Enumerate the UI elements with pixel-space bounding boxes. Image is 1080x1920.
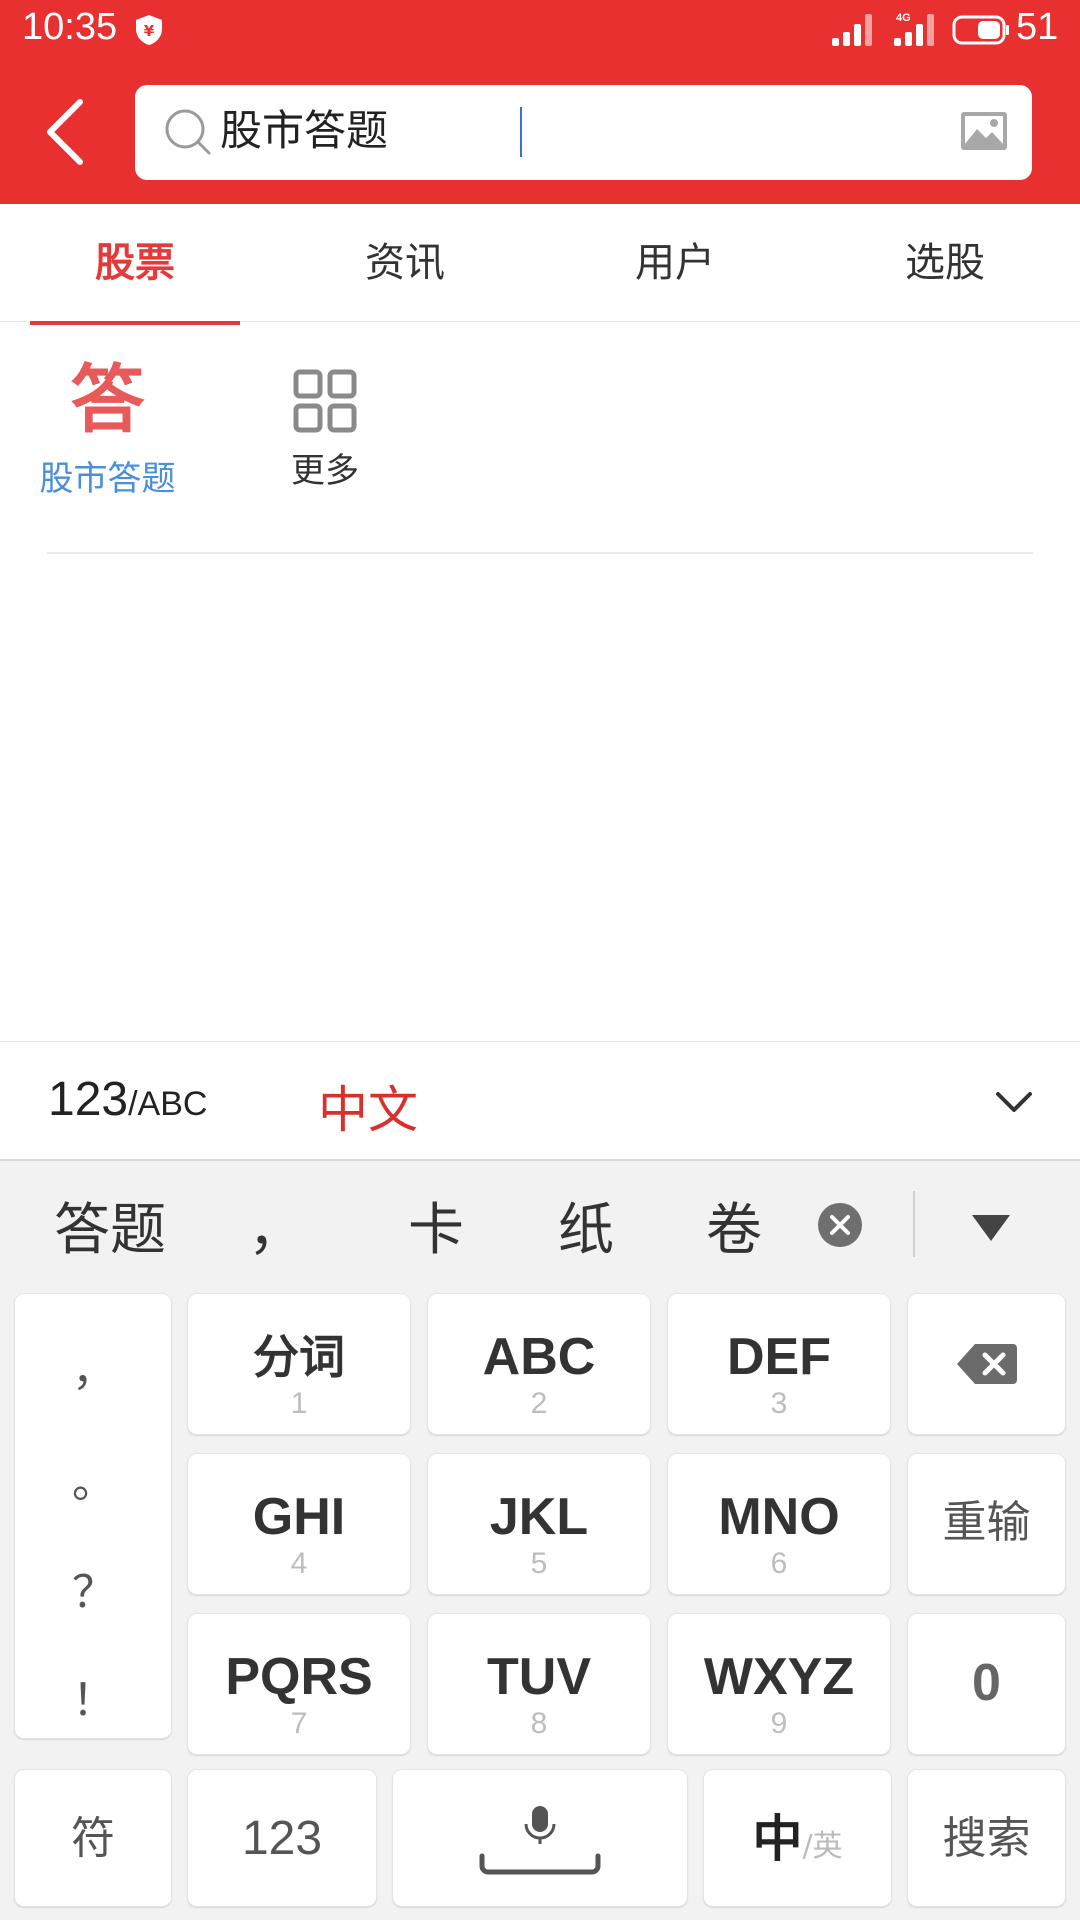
quick-item-more[interactable]: 更多 — [245, 355, 405, 515]
text-cursor — [520, 107, 522, 157]
quiz-icon: 答 — [70, 357, 145, 443]
status-bar: 10:35 ¥ 4G 51 — [0, 0, 1080, 60]
clear-circle-icon[interactable] — [817, 1202, 863, 1248]
language-toggle-key[interactable]: 中/英 — [703, 1769, 892, 1907]
lang-en-label: 英 — [812, 1829, 843, 1864]
search-key[interactable]: 搜索 — [907, 1769, 1066, 1907]
quick-item-label: 更多 — [291, 451, 359, 491]
key-sub-label: 7 — [290, 1707, 308, 1740]
candidate-word[interactable]: 答题 — [54, 1185, 166, 1266]
mode-abc-label: /ABC — [128, 1085, 208, 1123]
key-main-label: 重输 — [942, 1497, 1031, 1548]
candidate-separator — [913, 1191, 915, 1257]
key-9-wxyz[interactable]: WXYZ 9 — [667, 1613, 891, 1755]
key-2-abc[interactable]: ABC 2 — [427, 1293, 651, 1435]
triangle-down-icon[interactable] — [970, 1213, 1012, 1243]
chevron-down-icon[interactable] — [992, 1082, 1036, 1122]
key-8-tuv[interactable]: TUV 8 — [427, 1613, 651, 1755]
punct-comma-key[interactable]: ， — [15, 1334, 173, 1398]
numbers-key[interactable]: 123 — [187, 1769, 377, 1907]
candidate-bar: 答题 ， 卡 纸 卷 — [0, 1161, 1080, 1286]
backspace-key[interactable] — [907, 1293, 1066, 1435]
key-5-jkl[interactable]: JKL 5 — [427, 1453, 651, 1595]
app-header: 10:35 ¥ 4G 51 — [0, 0, 1080, 204]
key-main-label: ABC — [482, 1328, 596, 1386]
key-6-mno[interactable]: MNO 6 — [667, 1453, 891, 1595]
quick-item-stock-quiz[interactable]: 答 股市答题 — [30, 355, 185, 515]
quick-item-label: 股市答题 — [39, 459, 176, 499]
lang-cn-label: 中 — [752, 1810, 803, 1868]
mode-chinese-toggle[interactable]: 中文 — [318, 1070, 418, 1142]
key-sub-label: 5 — [530, 1547, 548, 1580]
key-main-label: GHI — [252, 1488, 346, 1546]
active-tab-indicator — [30, 321, 240, 325]
search-bar[interactable] — [135, 85, 1032, 180]
search-input[interactable] — [220, 99, 860, 163]
key-main-label: 分词 — [253, 1330, 345, 1384]
key-main-label: MNO — [718, 1488, 840, 1546]
punctuation-column: ， 。 ？ ！ — [14, 1293, 172, 1739]
punct-exclaim-key[interactable]: ！ — [15, 1664, 173, 1728]
key-7-pqrs[interactable]: PQRS 7 — [187, 1613, 411, 1755]
mode-123-abc-toggle[interactable]: 123/ABC — [48, 1072, 207, 1127]
back-arrow-icon[interactable] — [40, 92, 96, 172]
candidate-word[interactable]: 纸 — [558, 1185, 614, 1266]
battery-level: 51 — [1016, 6, 1059, 48]
key-sub-label: 2 — [530, 1387, 548, 1420]
key-4-ghi[interactable]: GHI 4 — [187, 1453, 411, 1595]
section-divider — [47, 552, 1033, 554]
key-main-label: WXYZ — [703, 1648, 855, 1706]
key-main-label: DEF — [727, 1328, 831, 1386]
svg-text:¥: ¥ — [144, 22, 155, 40]
network-type-label: 4G — [896, 12, 911, 24]
backspace-icon — [956, 1344, 1017, 1384]
keyboard-mode-bar: 123/ABC 中文 — [0, 1041, 1080, 1161]
signal-strength-icon — [832, 14, 872, 46]
punct-question-key[interactable]: ？ — [15, 1556, 173, 1620]
microphone-space-icon — [479, 1806, 601, 1875]
key-main-label: 搜索 — [942, 1813, 1031, 1864]
key-sub-label: 9 — [770, 1707, 788, 1740]
mode-123-label: 123 — [48, 1073, 129, 1126]
punct-period-key[interactable]: 。 — [15, 1446, 173, 1510]
key-main-label: PQRS — [225, 1648, 373, 1706]
grid-more-icon — [293, 369, 357, 433]
tab-users[interactable]: 用户 — [540, 204, 810, 322]
candidate-word[interactable]: ， — [248, 1185, 304, 1266]
search-icon — [165, 109, 211, 155]
key-1-segment[interactable]: 分词 1 — [187, 1293, 411, 1435]
key-sub-label: 4 — [290, 1547, 308, 1580]
lang-toggle-label: 中/英 — [704, 1770, 891, 1916]
tab-news[interactable]: 资讯 — [270, 204, 540, 322]
key-main-label: JKL — [489, 1488, 589, 1546]
reenter-key[interactable]: 重输 — [907, 1453, 1066, 1595]
key-main-label: 0 — [972, 1654, 1001, 1712]
candidate-word[interactable]: 卷 — [706, 1185, 762, 1266]
key-main-label: 符 — [71, 1813, 115, 1864]
key-sub-label: 1 — [290, 1387, 308, 1420]
key-sub-label: 3 — [770, 1387, 788, 1420]
tab-stock-picker[interactable]: 选股 — [810, 204, 1080, 322]
key-3-def[interactable]: DEF 3 — [667, 1293, 891, 1435]
keyboard: 答题 ， 卡 纸 卷 ， 。 ？ ！ 分词 1 ABC 2 DEF 3 GHI … — [0, 1161, 1080, 1920]
key-0[interactable]: 0 — [907, 1613, 1066, 1755]
status-time: 10:35 — [22, 6, 118, 48]
key-sub-label: 6 — [770, 1547, 788, 1580]
tab-stocks[interactable]: 股票 — [0, 204, 270, 322]
battery-icon — [952, 15, 1009, 45]
space-voice-key[interactable] — [392, 1769, 688, 1907]
signal-4g-icon: 4G — [894, 12, 934, 46]
key-main-label: TUV — [487, 1648, 591, 1706]
search-category-tabs: 股票 资讯 用户 选股 — [0, 204, 1080, 325]
image-search-icon[interactable] — [959, 109, 1009, 153]
security-shield-icon: ¥ — [136, 15, 162, 45]
candidate-word[interactable]: 卡 — [408, 1185, 464, 1266]
lang-separator: / — [802, 1829, 813, 1864]
key-main-label: 123 — [241, 1812, 323, 1865]
symbols-key[interactable]: 符 — [14, 1769, 172, 1907]
key-sub-label: 8 — [530, 1707, 548, 1740]
